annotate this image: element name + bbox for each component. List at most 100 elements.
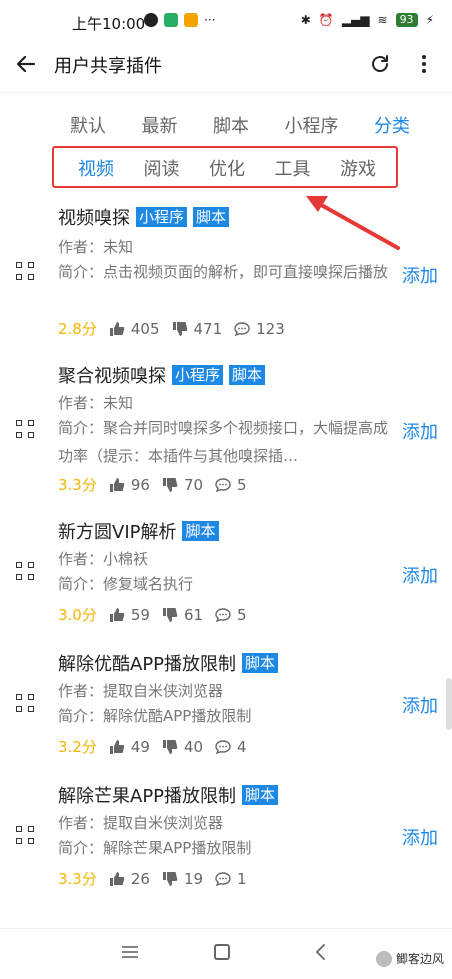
plugin-stats: 2.8分 405 471 123 <box>58 318 291 339</box>
comment-count: 1 <box>237 869 247 888</box>
grid-icon <box>16 694 34 712</box>
tag-miniprogram: 小程序 <box>172 365 224 385</box>
tag-script: 脚本 <box>242 785 279 805</box>
navbar-divider <box>0 928 452 929</box>
back-arrow-icon[interactable] <box>14 52 38 76</box>
plugin-author: 作者：小棉袄 <box>58 550 149 568</box>
watermark: 鲫客边风 <box>375 950 444 967</box>
plugin-author: 作者：提取自米侠浏览器 <box>58 682 224 700</box>
comment-icon[interactable] <box>215 477 231 493</box>
comment-icon[interactable] <box>234 321 250 337</box>
plugin-title: 新方圆VIP解析 <box>58 522 177 543</box>
dislike-count: 40 <box>183 737 204 756</box>
subcategory-tabs: 视频 阅读 优化 工具 游戏 <box>78 155 376 181</box>
plugin-title: 解除优酷APP播放限制 <box>58 654 237 675</box>
plugin-title: 聚合视频嗅探 <box>58 366 166 387</box>
charging-icon: ⚡ <box>425 13 434 27</box>
bluetooth-icon: ✱ <box>300 13 311 27</box>
battery-level: 93 <box>395 13 418 27</box>
like-count: 26 <box>130 869 150 888</box>
thumbs-up-icon[interactable] <box>109 477 125 493</box>
plugin-description: 简介：修复域名执行 <box>58 575 194 593</box>
thumbs-up-icon[interactable] <box>109 871 125 887</box>
subcat-optimize[interactable]: 优化 <box>209 155 245 181</box>
wechat-icon <box>164 13 178 27</box>
dislike-count: 61 <box>183 605 204 624</box>
thumbs-down-icon[interactable] <box>162 739 178 755</box>
annotation-arrow-icon <box>306 196 400 250</box>
nav-back-icon[interactable] <box>314 944 326 960</box>
plugin-author: 作者：未知 <box>58 238 134 256</box>
alarm-icon: ⏰ <box>318 13 334 27</box>
plugin-description: 简介：点击视频页面的解析，即可直接嗅探后播放 <box>58 263 389 281</box>
refresh-icon[interactable] <box>368 52 392 76</box>
add-button[interactable]: 添加 <box>402 262 438 288</box>
thumbs-down-icon[interactable] <box>162 871 178 887</box>
score: 3.3分 <box>58 870 97 888</box>
score: 2.8分 <box>58 320 97 338</box>
add-button[interactable]: 添加 <box>402 562 438 588</box>
like-count: 405 <box>130 319 160 338</box>
grid-icon <box>16 262 34 280</box>
tag-script: 脚本 <box>182 521 219 541</box>
subcat-reading[interactable]: 阅读 <box>144 155 180 181</box>
add-button[interactable]: 添加 <box>402 692 438 718</box>
subcat-games[interactable]: 游戏 <box>340 155 376 181</box>
grid-icon <box>16 420 34 438</box>
grid-icon <box>16 562 34 580</box>
tag-miniprogram: 小程序 <box>136 207 188 227</box>
qq-icon <box>144 13 158 27</box>
plugin-title: 视频嗅探 <box>58 208 130 229</box>
tab-newest[interactable]: 最新 <box>142 112 178 138</box>
score: 3.2分 <box>58 738 97 756</box>
plugin-stats: 3.3分 96 70 5 <box>58 474 253 495</box>
plugin-description: 简介：解除优酷APP播放限制 <box>58 707 252 725</box>
scroll-handle[interactable] <box>446 678 452 730</box>
thumbs-up-icon[interactable] <box>109 321 125 337</box>
more-vert-icon[interactable] <box>412 52 436 76</box>
sort-tabs: 默认 最新 脚本 小程序 分类 <box>70 112 410 138</box>
plugin-stats: 3.0分 59 61 5 <box>58 604 253 625</box>
thumbs-down-icon[interactable] <box>172 321 188 337</box>
add-button[interactable]: 添加 <box>402 824 438 850</box>
grid-icon <box>16 826 34 844</box>
home-icon[interactable] <box>214 944 230 960</box>
comment-icon[interactable] <box>215 607 231 623</box>
tag-script: 脚本 <box>193 207 230 227</box>
plugin-stats: 3.2分 49 40 4 <box>58 736 253 757</box>
recent-apps-icon[interactable] <box>122 946 138 958</box>
subcat-tools[interactable]: 工具 <box>275 155 311 181</box>
page-title: 用户共享插件 <box>54 56 162 77</box>
plugin-title: 解除芒果APP播放限制 <box>58 786 237 807</box>
plugin-description: 简介：解除芒果APP播放限制 <box>58 839 252 857</box>
tab-script[interactable]: 脚本 <box>213 112 249 138</box>
like-count: 96 <box>130 475 150 494</box>
like-count: 49 <box>130 737 150 756</box>
comment-icon[interactable] <box>215 871 231 887</box>
comment-count: 5 <box>237 605 247 624</box>
brush-icon <box>184 13 198 27</box>
dislike-count: 19 <box>183 869 204 888</box>
score: 3.3分 <box>58 476 97 494</box>
tab-category[interactable]: 分类 <box>374 112 410 138</box>
comment-count: 5 <box>237 475 247 494</box>
thumbs-down-icon[interactable] <box>162 477 178 493</box>
watermark-text: 鲫客边风 <box>395 952 444 966</box>
tab-default[interactable]: 默认 <box>70 112 106 138</box>
watermark-logo-icon <box>375 950 392 967</box>
dislike-count: 70 <box>183 475 204 494</box>
thumbs-up-icon[interactable] <box>109 607 125 623</box>
score: 3.0分 <box>58 606 97 624</box>
tab-miniprogram[interactable]: 小程序 <box>285 112 339 138</box>
status-bar: 上午10:00 ··· ✱ ⏰ ▂▄▆ ≋ 93 ⚡ <box>0 0 452 44</box>
status-notification-icons: ··· <box>144 13 215 27</box>
add-button[interactable]: 添加 <box>402 418 438 444</box>
wifi-icon: ≋ <box>377 13 388 27</box>
thumbs-down-icon[interactable] <box>162 607 178 623</box>
thumbs-up-icon[interactable] <box>109 739 125 755</box>
comment-icon[interactable] <box>215 739 231 755</box>
plugin-description: 简介：聚合并同时嗅探多个视频接口，大幅提高成功率（提示：本插件与其他嗅探插… <box>58 419 389 465</box>
subcat-video[interactable]: 视频 <box>78 155 114 181</box>
like-count: 59 <box>130 605 150 624</box>
more-notifications-icon: ··· <box>204 13 216 27</box>
